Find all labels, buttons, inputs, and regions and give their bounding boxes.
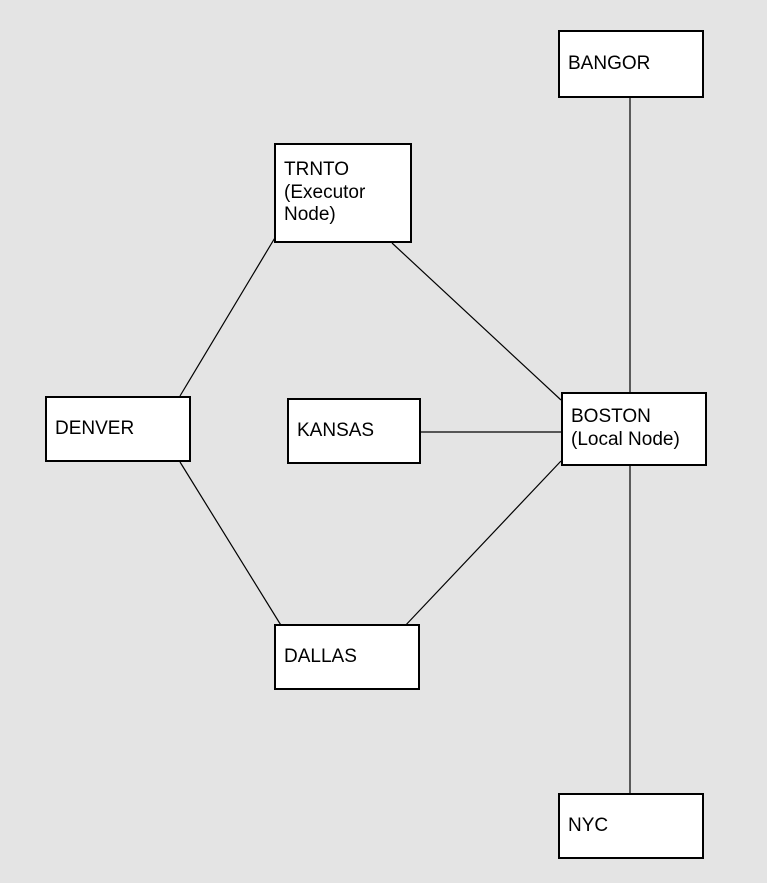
node-kansas: KANSAS <box>287 398 421 464</box>
edge-trnto-denver <box>180 236 276 396</box>
node-dallas: DALLAS <box>274 624 420 690</box>
node-boston: BOSTON (Local Node) <box>561 392 707 466</box>
node-trnto: TRNTO (Executor Node) <box>274 143 412 243</box>
node-bangor: BANGOR <box>558 30 704 98</box>
node-nyc: NYC <box>558 793 704 859</box>
node-label: KANSAS <box>297 420 374 443</box>
edge-dallas-boston <box>403 461 561 628</box>
edge-trnto-boston <box>392 243 561 400</box>
node-label: TRNTO (Executor Node) <box>284 159 402 227</box>
node-label: NYC <box>568 815 608 838</box>
node-label: BOSTON (Local Node) <box>571 406 697 452</box>
edge-denver-dallas <box>180 462 287 635</box>
node-denver: DENVER <box>45 396 191 462</box>
node-label: BANGOR <box>568 53 650 76</box>
node-label: DALLAS <box>284 646 357 669</box>
diagram-canvas: BANGOR TRNTO (Executor Node) DENVER KANS… <box>0 0 767 883</box>
node-label: DENVER <box>55 418 134 441</box>
